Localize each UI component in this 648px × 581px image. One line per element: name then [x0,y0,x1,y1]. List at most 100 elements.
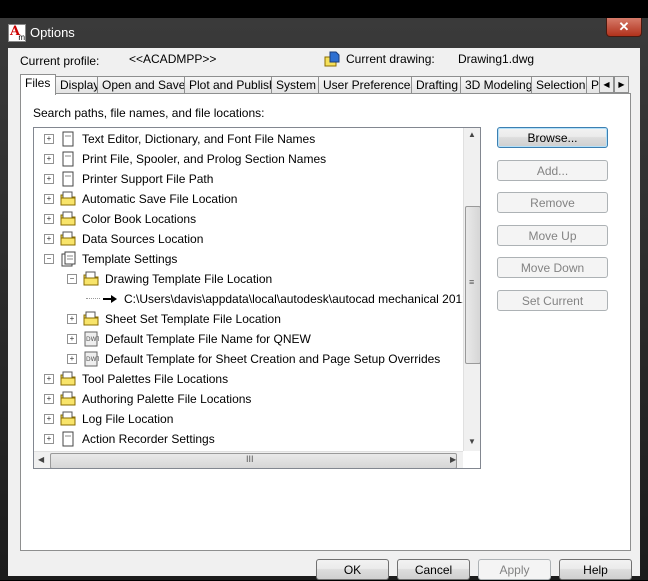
tree-item-label: Automatic Save File Location [82,192,238,206]
move-up-button[interactable]: Move Up [497,225,608,246]
scroll-up-icon[interactable]: ▲ [468,130,476,139]
tree-item[interactable]: C:\Users\davis\appdata\local\autodesk\au… [34,289,476,309]
current-drawing-value: Drawing1.dwg [458,52,535,66]
expand-icon[interactable]: + [44,234,54,244]
tree-item-label: Action Recorder Settings [82,432,215,446]
expand-icon[interactable]: + [44,374,54,384]
tab-3d-modeling[interactable]: 3D Modeling [460,76,532,94]
expand-icon[interactable]: + [67,354,77,364]
current-profile-label: Current profile: [20,54,100,68]
tree-item[interactable]: + Authoring Palette File Locations [34,389,462,409]
tree-item-label: C:\Users\davis\appdata\local\autodesk\au… [124,292,477,306]
help-button[interactable]: Help [559,559,632,580]
tab-drafting[interactable]: Drafting [411,76,461,94]
tree-item[interactable]: + Action Recorder Settings [34,429,462,449]
expand-icon[interactable]: + [44,194,54,204]
template-icon [61,251,76,267]
tab-plot-and-publish[interactable]: Plot and Publish [184,76,276,94]
tree-item-label: Data Sources Location [82,232,204,246]
expand-icon[interactable]: + [44,154,54,164]
folder-icon [60,391,76,406]
search-paths-heading: Search paths, file names, and file locat… [33,106,265,120]
apply-button[interactable]: Apply [478,559,551,580]
tree-item[interactable]: + DWT Default Template File Name for QNEW [34,329,462,349]
horizontal-scroll-thumb[interactable]: III [50,453,457,468]
browse-button[interactable]: Browse... [497,127,608,148]
tree-item[interactable]: − Template Settings [34,249,462,269]
set-current-button[interactable]: Set Current [497,290,608,311]
tree-item-label: Text Editor, Dictionary, and Font File N… [82,132,316,146]
title-bar[interactable]: Am Options ✕ [0,18,648,48]
folder-icon [60,211,76,226]
files-tab-panel: Search paths, file names, and file locat… [20,93,631,551]
arrow-icon [103,295,117,303]
expand-icon[interactable]: + [44,394,54,404]
options-window: Am Options ✕ Current profile: <<ACADMPP>… [0,18,648,580]
tree-item-label: Drawing Template File Location [105,272,273,286]
folder-icon [83,271,99,286]
tree-item-label: Log File Location [82,412,174,426]
tree-item-label: Default Template File Name for QNEW [105,332,311,346]
remove-button[interactable]: Remove [497,192,608,213]
tree-item[interactable]: + Automatic Save File Location [34,189,462,209]
ok-button[interactable]: OK [316,559,389,580]
document-icon [62,171,74,187]
dwt-file-icon: DWT [84,351,99,367]
tree-item-label: Tool Palettes File Locations [82,372,229,386]
folder-icon [83,311,99,326]
svg-text:DWT: DWT [86,336,99,343]
autocad-app-icon: Am [8,24,26,42]
expand-icon[interactable]: + [44,414,54,424]
tree-item[interactable]: + Data Sources Location [34,229,462,249]
close-button[interactable]: ✕ [606,18,642,37]
scroll-right-icon[interactable]: ▶ [450,455,456,464]
dialog-client: Current profile: <<ACADMPP>> Current dra… [8,48,640,580]
tab-user-preferences[interactable]: User Preferences [318,76,416,94]
document-icon [62,131,74,147]
add-button[interactable]: Add... [497,160,608,181]
expand-icon[interactable]: + [44,434,54,444]
tree-vertical-scrollbar[interactable]: ▲ ≡ ▼ [463,128,480,451]
tab-selection[interactable]: Selection [531,76,587,94]
collapse-icon[interactable]: − [67,274,77,284]
cancel-button[interactable]: Cancel [397,559,470,580]
tree-item-label: Sheet Set Template File Location [105,312,281,326]
tab-open-and-save[interactable]: Open and Save [97,76,185,94]
move-down-button[interactable]: Move Down [497,257,608,278]
tab-display[interactable]: Display [55,76,99,94]
tree-item[interactable]: + Log File Location [34,409,462,429]
tab-system[interactable]: System [271,76,319,94]
scroll-left-icon[interactable]: ◀ [38,455,44,464]
collapse-icon[interactable]: − [44,254,54,264]
vertical-scroll-thumb[interactable]: ≡ [465,206,480,364]
tree-item[interactable]: + Printer Support File Path [34,169,462,189]
tree-item[interactable]: + Color Book Locations [34,209,462,229]
document-icon [62,431,74,447]
expand-icon[interactable]: + [67,334,77,344]
current-drawing-label: Current drawing: [346,52,435,66]
tab-files[interactable]: Files [20,74,56,95]
tree-item[interactable]: + Print File, Spooler, and Prolog Section… [34,149,462,169]
tree-connector [86,298,100,299]
expand-icon[interactable]: + [67,314,77,324]
tree-item[interactable]: + Text Editor, Dictionary, and Font File … [34,129,462,149]
tree-item[interactable]: + DWT Default Template for Sheet Creation … [34,349,462,369]
tree-item[interactable]: + Sheet Set Template File Location [34,309,462,329]
current-profile-value: <<ACADMPP>> [129,52,217,66]
folder-icon [60,371,76,386]
expand-icon[interactable]: + [44,134,54,144]
tab-scroll-left-icon[interactable]: ◀ [599,76,614,93]
file-locations-tree[interactable]: + Text Editor, Dictionary, and Font File … [33,127,481,469]
tree-item[interactable]: − Drawing Template File Location [34,269,462,289]
tab-scroll-right-icon[interactable]: ▶ [614,76,629,93]
tree-item-label: Template Settings [82,252,178,266]
tree-horizontal-scrollbar[interactable]: ◀ III ▶ [34,451,463,468]
tree-item-label: Printer Support File Path [82,172,214,186]
expand-icon[interactable]: + [44,174,54,184]
window-title: Options [30,25,75,40]
scroll-down-icon[interactable]: ▼ [468,437,476,446]
drawing-icon [324,51,340,67]
tree-item[interactable]: + Tool Palettes File Locations [34,369,462,389]
expand-icon[interactable]: + [44,214,54,224]
svg-text:DWT: DWT [86,356,99,363]
